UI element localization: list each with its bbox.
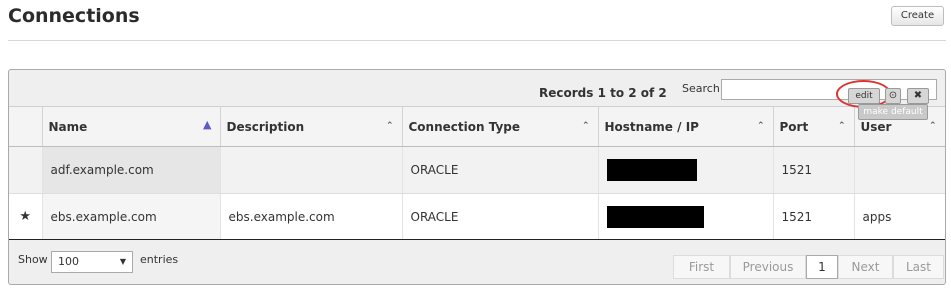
column-header-name[interactable]: Name ▲	[42, 106, 221, 147]
column-type-label: Connection Type	[408, 119, 521, 134]
connection-type-cell: ORACLE	[402, 193, 599, 240]
redacted-hostname	[606, 159, 697, 181]
next-page-button[interactable]: Next	[838, 255, 893, 279]
chevron-down-icon: ▼	[119, 257, 126, 266]
column-header-description[interactable]: Description ⌃	[220, 106, 403, 147]
redacted-hostname	[606, 205, 704, 228]
user-cell: apps	[854, 193, 945, 240]
description-cell	[220, 146, 403, 194]
default-star-icon: ★	[9, 193, 43, 240]
edit-button[interactable]: edit	[848, 88, 880, 104]
create-button[interactable]: Create	[891, 6, 944, 26]
user-cell	[854, 146, 945, 194]
close-icon[interactable]: ✖	[907, 88, 929, 104]
page-1-button[interactable]: 1	[806, 255, 838, 279]
first-page-button[interactable]: First	[673, 255, 730, 279]
hostname-cell	[598, 193, 774, 240]
show-label: Show	[18, 253, 48, 266]
name-cell: adf.example.com	[42, 146, 221, 194]
records-count: Records 1 to 2 of 2	[539, 86, 667, 100]
port-cell: 1521	[773, 193, 855, 240]
connection-type-cell: ORACLE	[402, 146, 599, 194]
hostname-cell	[598, 146, 774, 194]
connections-table: Name ▲ Description ⌃ Connection Type ⌃ Host…	[9, 106, 945, 240]
page-size-select[interactable]: 100 ▼	[51, 251, 133, 273]
column-header-hostname[interactable]: Hostname / IP ⌃	[598, 106, 774, 147]
sort-icon[interactable]: ⌃	[582, 121, 590, 131]
sort-asc-icon[interactable]: ▲	[203, 118, 211, 131]
column-name-label: Name	[48, 119, 88, 134]
previous-page-button[interactable]: Previous	[730, 255, 806, 279]
title-divider	[8, 40, 946, 41]
entries-label: entries	[140, 253, 179, 266]
make-default-button[interactable]: make default	[858, 104, 928, 120]
row-action-toolbar: edit ⊙ ✖ make default	[836, 80, 936, 127]
search-label: Search:	[682, 82, 724, 95]
connections-panel: Records 1 to 2 of 2 Search: Name ▲ Descri…	[8, 69, 946, 285]
port-cell: 1521	[773, 146, 855, 194]
page-title: Connections	[8, 5, 140, 27]
table-row[interactable]: adf.example.com ORACLE 1521	[9, 146, 945, 194]
table-row[interactable]: ★ ebs.example.com ebs.example.com ORACLE…	[9, 193, 945, 240]
last-page-button[interactable]: Last	[893, 255, 944, 279]
column-description-label: Description	[226, 119, 305, 134]
info-icon[interactable]: ⊙	[885, 88, 901, 104]
sort-icon[interactable]: ⌃	[757, 121, 765, 131]
sort-icon[interactable]: ⌃	[386, 121, 394, 131]
column-header-default	[9, 106, 43, 147]
column-hostname-label: Hostname / IP	[604, 119, 699, 134]
description-cell: ebs.example.com	[220, 193, 403, 240]
column-header-connection-type[interactable]: Connection Type ⌃	[402, 106, 599, 147]
default-cell	[9, 146, 43, 194]
page-size-value: 100	[58, 255, 79, 268]
name-cell: ebs.example.com	[42, 193, 221, 240]
column-port-label: Port	[779, 119, 809, 134]
